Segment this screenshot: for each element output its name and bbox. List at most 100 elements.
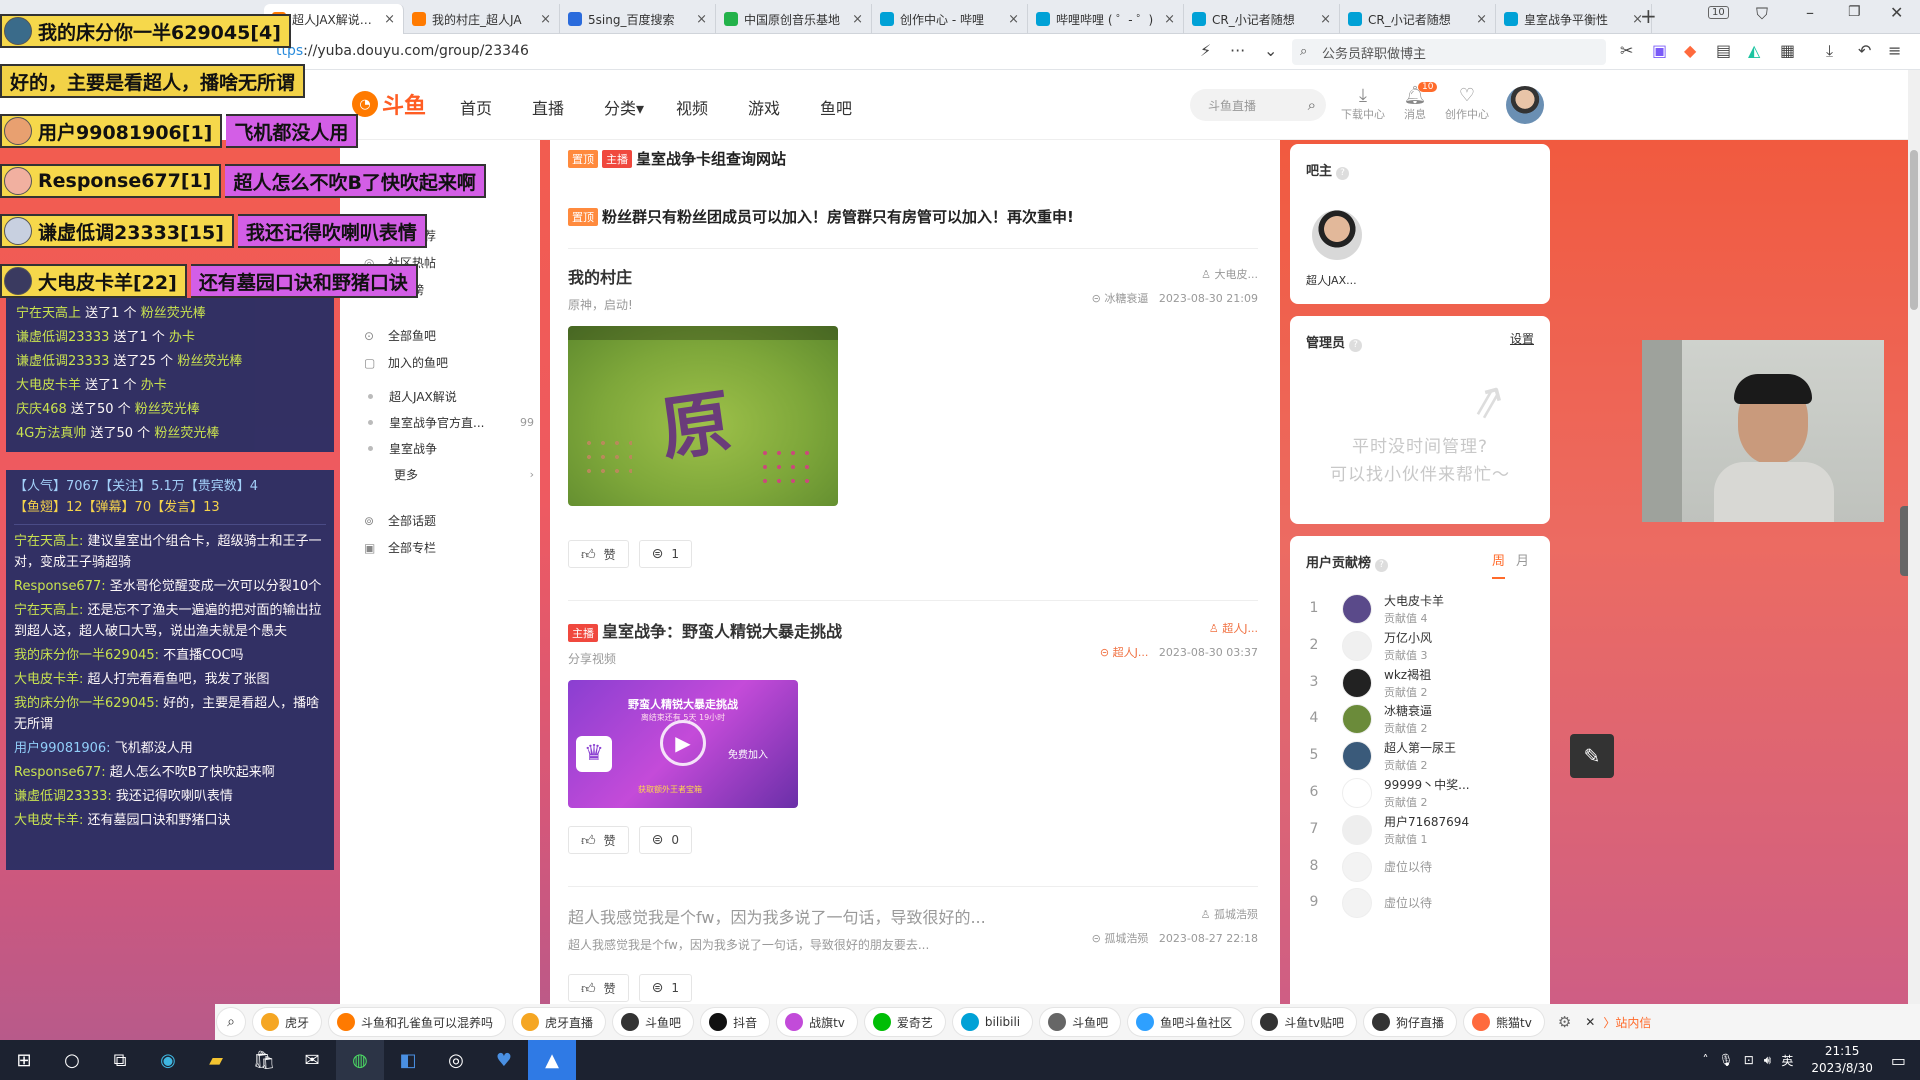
close-tab-icon[interactable]: × (1008, 12, 1019, 27)
douyu-logo[interactable]: ◔ 斗鱼 (352, 88, 426, 120)
nav-category[interactable]: 分类▾ (604, 95, 644, 119)
browser-tab[interactable]: CR_小记者随想 × (1340, 4, 1496, 34)
ranking-row[interactable]: 1 大电皮卡羊 贡献值 4 (1302, 590, 1538, 626)
close-tab-icon[interactable]: × (384, 12, 395, 27)
rank-avatar[interactable] (1342, 704, 1372, 735)
play-icon[interactable]: ▶ (660, 720, 706, 766)
vpn-icon[interactable]: ◭ (1748, 41, 1760, 60)
download-icon[interactable]: ⤓ (1826, 41, 1833, 61)
left-nav-item[interactable]: 皇室战争 (364, 440, 534, 457)
ranking-row[interactable]: 8 虚位以待 (1302, 848, 1538, 884)
search-circle-icon[interactable]: ○ (48, 1040, 96, 1080)
quickbar-link[interactable]: 斗鱼吧 (1040, 1008, 1121, 1036)
quickbar-search-icon[interactable]: ⌕ (217, 1008, 245, 1036)
like-button[interactable]: 👍︎ 赞 (568, 974, 629, 1002)
undo-icon[interactable]: ↶ (1858, 41, 1871, 60)
quickbar-link[interactable]: 抖音 (701, 1008, 770, 1036)
site-search-icon[interactable]: ⌕ (1308, 96, 1316, 114)
rank-user-name[interactable]: 冰糖衰逼 (1384, 702, 1432, 719)
browser-tab[interactable]: 5sing_百度搜索 × (560, 4, 716, 34)
obs-icon[interactable]: ◎ (432, 1040, 480, 1080)
minimize-icon[interactable]: – (1806, 3, 1814, 22)
left-nav-item[interactable]: ⊚ 全部话题 (364, 512, 534, 529)
game-extension-icon[interactable]: ◆ (1684, 41, 1696, 60)
like-button[interactable]: 👍︎ 赞 (568, 826, 629, 854)
scrollbar-thumb[interactable] (1910, 150, 1918, 310)
browser-tab[interactable]: 我的村庄_超人JA × (404, 4, 560, 34)
edge-browser-icon[interactable]: ◉ (144, 1040, 192, 1080)
help-icon[interactable]: ? (1349, 339, 1363, 352)
close-tab-icon[interactable]: × (852, 12, 863, 27)
rank-user-name[interactable]: 超人第一尿王 (1384, 739, 1456, 756)
windows-start-icon[interactable]: ⊞ (0, 1040, 48, 1080)
mail-icon[interactable]: ✉ (288, 1040, 336, 1080)
task-view-icon[interactable]: ⧉ (96, 1040, 144, 1080)
quickbar-link[interactable]: 熊猫tv (1464, 1008, 1544, 1036)
apps-grid-icon[interactable]: ▦ (1780, 41, 1795, 60)
close-tab-icon[interactable]: × (1476, 12, 1487, 27)
post-video-thumbnail[interactable]: 野蛮人精锐大暴走挑战 离结束还有 5天 19小时 ♛ ▶ 免费加入 获取额外王者… (568, 680, 798, 808)
site-search-input[interactable]: 斗鱼直播 ⌕ (1190, 89, 1326, 121)
rank-avatar[interactable] (1342, 814, 1372, 845)
site-message-button[interactable]: ✕ 〉 站内信 (1585, 1014, 1651, 1031)
browser-tab[interactable]: 哔哩哔哩 ( ゜- ゜) × (1028, 4, 1184, 34)
nav-games[interactable]: 游戏 (748, 95, 780, 119)
tab-count-badge[interactable]: 10 (1708, 6, 1729, 19)
nav-yuba[interactable]: 鱼吧 (820, 95, 852, 119)
quickbar-gear-icon[interactable]: ⚙ (1558, 1013, 1571, 1031)
rank-avatar[interactable] (1342, 630, 1372, 661)
rank-avatar[interactable] (1342, 778, 1372, 808)
network-icon[interactable]: ⊡ (1744, 1053, 1754, 1067)
store-icon[interactable]: 🛍︎ (240, 1040, 288, 1080)
quickbar-link[interactable]: 虎牙 (253, 1008, 322, 1036)
window-pin-icon[interactable]: ⛉ (1756, 4, 1768, 24)
comment-button[interactable]: ⊜ 0 (638, 826, 693, 854)
rank-user-name[interactable]: 大电皮卡羊 (1384, 592, 1444, 609)
ranking-row[interactable]: 6 99999丶中奖... 贡献值 2 (1302, 774, 1538, 810)
post-card[interactable]: 主播 皇室战争：野蛮人精锐大暴走挑战 分享视频 ♙ 超人J... ⊝ 超人J...… (568, 618, 1258, 878)
file-explorer-icon[interactable]: ▰ (192, 1040, 240, 1080)
quickbar-link[interactable]: 斗鱼吧 (613, 1008, 694, 1036)
app-heart-icon[interactable]: ♥ (480, 1040, 528, 1080)
edit-post-icon[interactable]: ✎ (1570, 734, 1614, 778)
nav-home[interactable]: 首页 (460, 95, 492, 119)
ime-indicator[interactable]: 英 (1781, 1052, 1793, 1069)
browser-tab[interactable]: 中国原创音乐基地 × (716, 4, 872, 34)
rank-avatar[interactable] (1342, 594, 1372, 624)
admin-settings-link[interactable]: 设置 (1510, 330, 1534, 347)
quickbar-link[interactable]: bilibili (952, 1008, 1033, 1036)
mic-icon[interactable]: 🎙︎ (1718, 1053, 1733, 1067)
post-image-village[interactable]: 原 (568, 326, 838, 506)
rank-user-name[interactable]: 虚位以待 (1384, 858, 1432, 875)
nav-live[interactable]: 直播 (532, 95, 564, 119)
clock[interactable]: 21:15 2023/8/30 (1811, 1043, 1873, 1077)
comment-button[interactable]: ⊜ 1 (638, 974, 693, 1002)
extension-icon[interactable]: ▣ (1652, 41, 1667, 60)
quickbar-link[interactable]: 虎牙直播 (513, 1008, 606, 1036)
download-center[interactable]: ⤓ 下载中心 (1338, 86, 1388, 122)
close-tab-icon[interactable]: × (1164, 12, 1175, 27)
rank-user-name[interactable]: 用户71687694 (1384, 813, 1469, 830)
app-chart-icon[interactable]: ▲ (528, 1040, 576, 1080)
owner-name[interactable]: 超人JAX... (1306, 272, 1357, 288)
menu-icon[interactable]: ≡ (1888, 41, 1901, 60)
reader-icon[interactable]: ▤ (1716, 41, 1731, 60)
browser-tab[interactable]: CR_小记者随想 × (1184, 4, 1340, 34)
comment-button[interactable]: ⊜ 1 (638, 540, 693, 568)
close-icon[interactable]: ✕ (1585, 1015, 1595, 1029)
close-tab-icon[interactable]: × (540, 12, 551, 27)
ranking-row[interactable]: 4 冰糖衰逼 贡献值 2 (1302, 700, 1538, 736)
ranking-row[interactable]: 9 虚位以待 (1302, 884, 1538, 920)
ranking-row[interactable]: 5 超人第一尿王 贡献值 2 (1302, 737, 1538, 773)
chevron-down-icon[interactable]: ⌄ (1264, 41, 1277, 60)
post-author[interactable]: ♙ 大电皮... (1092, 266, 1258, 290)
quickbar-link[interactable]: 战旗tv (777, 1008, 857, 1036)
rank-avatar[interactable] (1342, 741, 1372, 772)
url-field[interactable]: ttps://yuba.douyu.com/group/23346 (276, 43, 529, 59)
ranking-tab-month[interactable]: 月 (1516, 550, 1529, 569)
close-tab-icon[interactable]: × (696, 12, 707, 27)
pinned-post-2[interactable]: 置顶 粉丝群只有粉丝团成员可以加入！房管群只有房管可以加入！再次重申! (568, 206, 1074, 227)
browser-tab[interactable]: 创作中心 - 哔哩 × (872, 4, 1028, 34)
left-nav-item[interactable]: 皇室战争官方直... 99 (364, 414, 534, 431)
quickbar-link[interactable]: 爱奇艺 (864, 1008, 945, 1036)
